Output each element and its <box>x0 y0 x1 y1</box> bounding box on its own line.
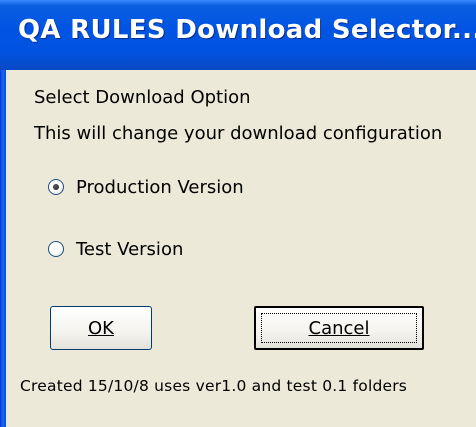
select-option-heading: Select Download Option <box>34 87 251 108</box>
radio-label-test[interactable]: Test Version <box>76 239 183 260</box>
radio-button-checked-icon[interactable] <box>48 179 64 195</box>
dialog-window: QA RULES Download Selector... Select Dow… <box>0 0 476 427</box>
radio-label-production[interactable]: Production Version <box>76 177 244 198</box>
ok-button[interactable]: OK <box>50 306 152 350</box>
window-left-border <box>0 70 6 427</box>
cancel-button-label: Cancel <box>308 317 370 339</box>
radio-button-unchecked-icon[interactable] <box>48 241 64 257</box>
radio-option-production[interactable]: Production Version <box>48 175 244 199</box>
footer-note: Created 15/10/8 uses ver1.0 and test 0.1… <box>20 377 408 395</box>
cancel-button[interactable]: Cancel <box>254 306 424 350</box>
description-text: This will change your download configura… <box>34 123 443 144</box>
ok-button-label: OK <box>88 317 114 339</box>
window-title: QA RULES Download Selector... <box>18 15 476 45</box>
radio-option-test[interactable]: Test Version <box>48 237 183 261</box>
title-bar[interactable]: QA RULES Download Selector... <box>0 0 476 70</box>
